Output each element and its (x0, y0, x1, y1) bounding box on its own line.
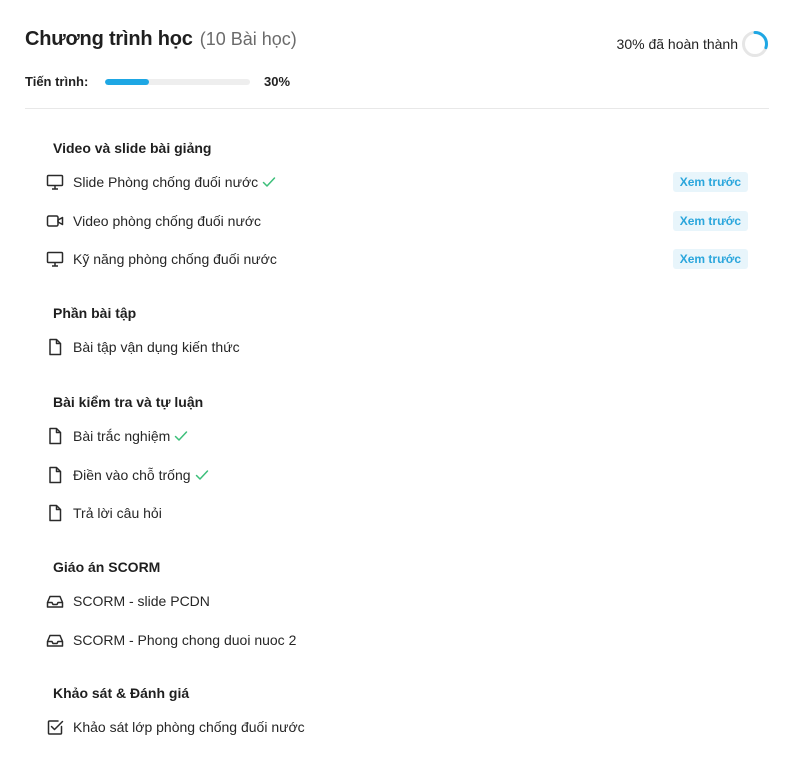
progress-row: Tiến trình: 30% (25, 74, 290, 89)
lesson-count: (10 Bài học) (199, 29, 297, 49)
progress-bar (105, 78, 250, 85)
video-icon (46, 212, 64, 230)
lesson-item[interactable]: Bài tập vận dụng kiến thức (46, 335, 748, 359)
lesson-item[interactable]: Slide Phòng chống đuối nước Xem trước (46, 170, 748, 194)
section-title: Giáo án SCORM (53, 559, 161, 575)
inbox-icon (46, 592, 64, 610)
lesson-item[interactable]: Video phòng chống đuối nước Xem trước (46, 209, 748, 233)
lesson-title: Khảo sát lớp phòng chống đuối nước (73, 719, 305, 735)
document-icon (46, 427, 64, 445)
lesson-item[interactable]: SCORM - Phong chong duoi nuoc 2 (46, 628, 748, 652)
lesson-title: Trả lời câu hỏi (73, 505, 162, 521)
progress-value: 30% (264, 74, 291, 89)
completion-status: 30% đã hoàn thành (617, 30, 769, 58)
lesson-item[interactable]: Kỹ năng phòng chống đuối nước Xem trước (46, 247, 748, 271)
checkbox-icon (46, 718, 64, 736)
curriculum-header: Chương trình học (10 Bài học) 30% đã hoà… (25, 28, 769, 109)
section-title: Bài kiểm tra và tự luận (53, 394, 204, 410)
progress-label: Tiến trình: (25, 74, 89, 89)
section-title: Video và slide bài giảng (53, 140, 212, 156)
completed-check-icon (195, 469, 208, 480)
lesson-item[interactable]: Bài trắc nghiệm (46, 424, 748, 448)
inbox-icon (46, 631, 64, 649)
section-title: Khảo sát & Đánh giá (53, 685, 190, 701)
lesson-title: Điền vào chỗ trống (73, 466, 191, 483)
progress-bar-fill (105, 78, 149, 85)
title-row: Chương trình học (10 Bài học) (25, 28, 297, 51)
document-icon (46, 466, 64, 484)
lesson-item[interactable]: Điền vào chỗ trống (46, 463, 748, 487)
monitor-icon (46, 250, 64, 268)
preview-button[interactable]: Xem trước (672, 172, 748, 192)
completion-text: 30% đã hoàn thành (616, 36, 738, 52)
lesson-title: Video phòng chống đuối nước (73, 212, 261, 229)
lesson-title: Slide Phòng chống đuối nước (73, 174, 259, 190)
progress-ring-icon (742, 31, 768, 57)
lesson-item[interactable]: SCORM - slide PCDN (46, 589, 748, 613)
page-title: Chương trình học (25, 28, 193, 50)
lesson-title: Bài tập vận dụng kiến thức (73, 339, 240, 355)
lesson-item[interactable]: Trả lời câu hỏi (46, 501, 748, 525)
lesson-title: Bài trắc nghiệm (73, 428, 171, 444)
section-title: Phần bài tập (53, 305, 137, 321)
document-icon (46, 504, 64, 522)
lesson-title: Kỹ năng phòng chống đuối nước (73, 251, 277, 267)
lesson-title: SCORM - Phong chong duoi nuoc 2 (73, 631, 297, 648)
monitor-icon (46, 173, 64, 191)
lesson-title: SCORM - slide PCDN (73, 593, 210, 609)
document-icon (46, 338, 64, 356)
completed-check-icon (262, 177, 276, 187)
lesson-item[interactable]: Khảo sát lớp phòng chống đuối nước (46, 715, 748, 739)
preview-button[interactable]: Xem trước (672, 249, 748, 269)
preview-button[interactable]: Xem trước (672, 210, 748, 231)
completed-check-icon (175, 431, 188, 441)
